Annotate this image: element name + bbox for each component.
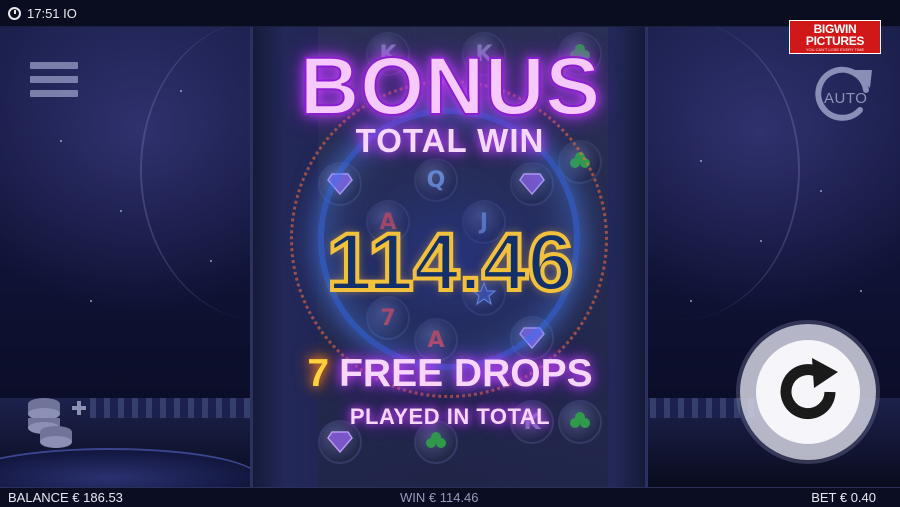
- bottom-bar: BALANCE € 186.53 WIN € 114.46 BET € 0.40: [0, 487, 900, 507]
- played-in-total-label: PLAYED IN TOTAL: [349, 404, 551, 429]
- total-win-amount: 114.46: [325, 216, 575, 310]
- menu-bar: [30, 90, 78, 97]
- auto-label: AUTO: [824, 90, 868, 107]
- total-win-label: TOTAL WIN: [355, 122, 545, 159]
- bet-coins-button[interactable]: [24, 396, 90, 452]
- free-drops-label: FREE DROPS: [339, 352, 593, 395]
- balance-display: BALANCE € 186.53: [8, 490, 123, 505]
- floor-rail-left: [90, 398, 250, 418]
- logo-text: BIGWIN PICTURES: [805, 22, 865, 48]
- bonus-title: BONUS: [299, 41, 602, 132]
- status-bar: 17:51 IO: [0, 0, 900, 27]
- spin-button[interactable]: [740, 324, 876, 460]
- auto-spin-button[interactable]: AUTO: [810, 60, 878, 128]
- logo-tagline: YOU CAN'T LOSE EVERY TIME: [805, 47, 865, 52]
- coin-stack-icon: [28, 398, 86, 448]
- clock-time: 17:51 IO: [27, 5, 77, 21]
- free-drops-count: 7: [307, 352, 330, 395]
- bigwin-pictures-logo: BIGWIN PICTURES YOU CAN'T LOSE EVERY TIME: [789, 20, 881, 54]
- free-drops-summary: 7 FREE DROPS: [300, 352, 600, 396]
- spin-button-face: [756, 340, 860, 444]
- menu-bar: [30, 76, 78, 83]
- spin-arrow-icon: [780, 358, 838, 420]
- win-display: WIN € 114.46: [400, 490, 479, 505]
- clock-icon: [8, 6, 21, 20]
- menu-button[interactable]: [30, 62, 78, 102]
- bet-display[interactable]: BET € 0.40: [811, 490, 876, 505]
- menu-bar: [30, 62, 78, 69]
